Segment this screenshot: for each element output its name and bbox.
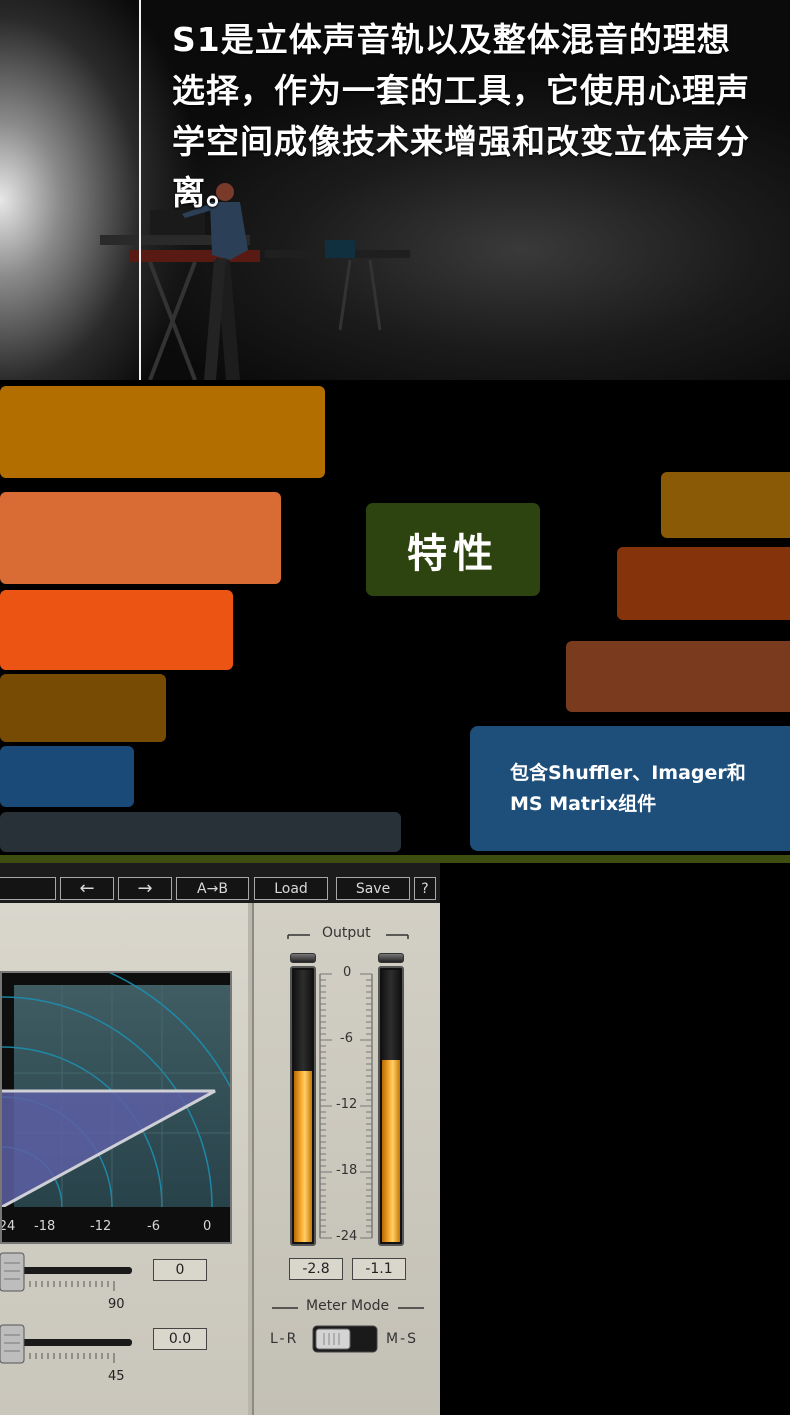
left-clip-led[interactable] bbox=[290, 953, 316, 963]
decor-bar-right-1 bbox=[661, 472, 790, 538]
meter-mode-toggle[interactable] bbox=[312, 1325, 378, 1353]
plugin-toolbar: ← → A→B Load Save ? bbox=[0, 863, 440, 903]
hero-banner: S1是立体声音轨以及整体混音的理想选择，作为一套的工具，它使用心理声学空间成像技… bbox=[0, 0, 790, 380]
left-output-meter bbox=[290, 966, 316, 1246]
decor-bar-1 bbox=[0, 386, 325, 478]
meter-fill bbox=[382, 1060, 400, 1242]
meter-mode-lr-label: L-R bbox=[270, 1331, 299, 1347]
scope-tick-label: -12 bbox=[90, 1219, 111, 1234]
hero-description: S1是立体声音轨以及整体混音的理想选择，作为一套的工具，它使用心理声学空间成像技… bbox=[172, 20, 750, 212]
width-value-field[interactable]: 0 bbox=[153, 1259, 207, 1281]
scope-tick-label: -18 bbox=[34, 1219, 55, 1234]
imager-panel: -24 -18 -12 -6 0 90 0 bbox=[0, 903, 248, 1415]
load-button[interactable]: Load bbox=[254, 877, 328, 900]
save-button[interactable]: Save bbox=[336, 877, 410, 900]
meter-mode-ms-label: M-S bbox=[386, 1331, 419, 1347]
hero-divider-line bbox=[139, 0, 141, 380]
right-clip-led[interactable] bbox=[378, 953, 404, 963]
preset-name-field[interactable] bbox=[0, 877, 56, 900]
output-meter-panel: Output 0 -6 -12 -18 -24 -2.8 -1.1 Meter … bbox=[252, 903, 440, 1415]
rotation-scale-label: 45 bbox=[108, 1369, 125, 1384]
left-peak-readout[interactable]: -2.8 bbox=[289, 1258, 343, 1280]
decor-bar-6 bbox=[0, 812, 401, 852]
decor-bar-right-3 bbox=[566, 641, 790, 712]
width-scale-label: 90 bbox=[108, 1297, 125, 1312]
meter-mode-title: Meter Mode bbox=[306, 1298, 390, 1314]
s1-plugin-window: ← → A→B Load Save ? 24 -18 -12 -6 0 90 0… bbox=[0, 863, 440, 1415]
meter-empty bbox=[382, 970, 400, 1064]
rotation-value-field[interactable]: 0.0 bbox=[153, 1328, 207, 1350]
meter-fill bbox=[294, 1071, 312, 1242]
scope-tick-label: -24 bbox=[2, 1219, 15, 1234]
right-output-meter bbox=[378, 966, 404, 1246]
prev-preset-button[interactable]: ← bbox=[60, 877, 114, 900]
decor-bar-4 bbox=[0, 674, 166, 742]
stereo-scope-display: -24 -18 -12 -6 0 bbox=[0, 971, 232, 1244]
ab-compare-button[interactable]: A→B bbox=[176, 877, 249, 900]
scope-graphic: -24 -18 -12 -6 0 bbox=[2, 973, 230, 1242]
decor-bar-2 bbox=[0, 492, 281, 584]
feature-card-components: 包含Shuffler、Imager和MS Matrix组件 bbox=[470, 726, 790, 851]
scope-tick-label: -6 bbox=[147, 1219, 160, 1234]
meter-scale-label: -24 bbox=[336, 1229, 358, 1244]
right-peak-readout[interactable]: -1.1 bbox=[352, 1258, 406, 1280]
decor-bar-right-2 bbox=[617, 547, 790, 620]
meter-scale-label: -18 bbox=[336, 1163, 358, 1178]
meter-empty bbox=[294, 970, 312, 1075]
scope-tick-label: 0 bbox=[203, 1219, 211, 1234]
next-preset-button[interactable]: → bbox=[118, 877, 172, 900]
help-button[interactable]: ? bbox=[414, 877, 436, 900]
output-title: Output bbox=[322, 925, 371, 941]
meter-scale-label: 0 bbox=[343, 965, 352, 980]
meter-scale-label: -6 bbox=[340, 1031, 353, 1046]
decor-bar-5 bbox=[0, 746, 134, 807]
meter-scale-label: -12 bbox=[336, 1097, 358, 1112]
section-divider bbox=[0, 855, 790, 863]
features-title: 特性 bbox=[366, 503, 540, 596]
decor-bar-3 bbox=[0, 590, 233, 670]
